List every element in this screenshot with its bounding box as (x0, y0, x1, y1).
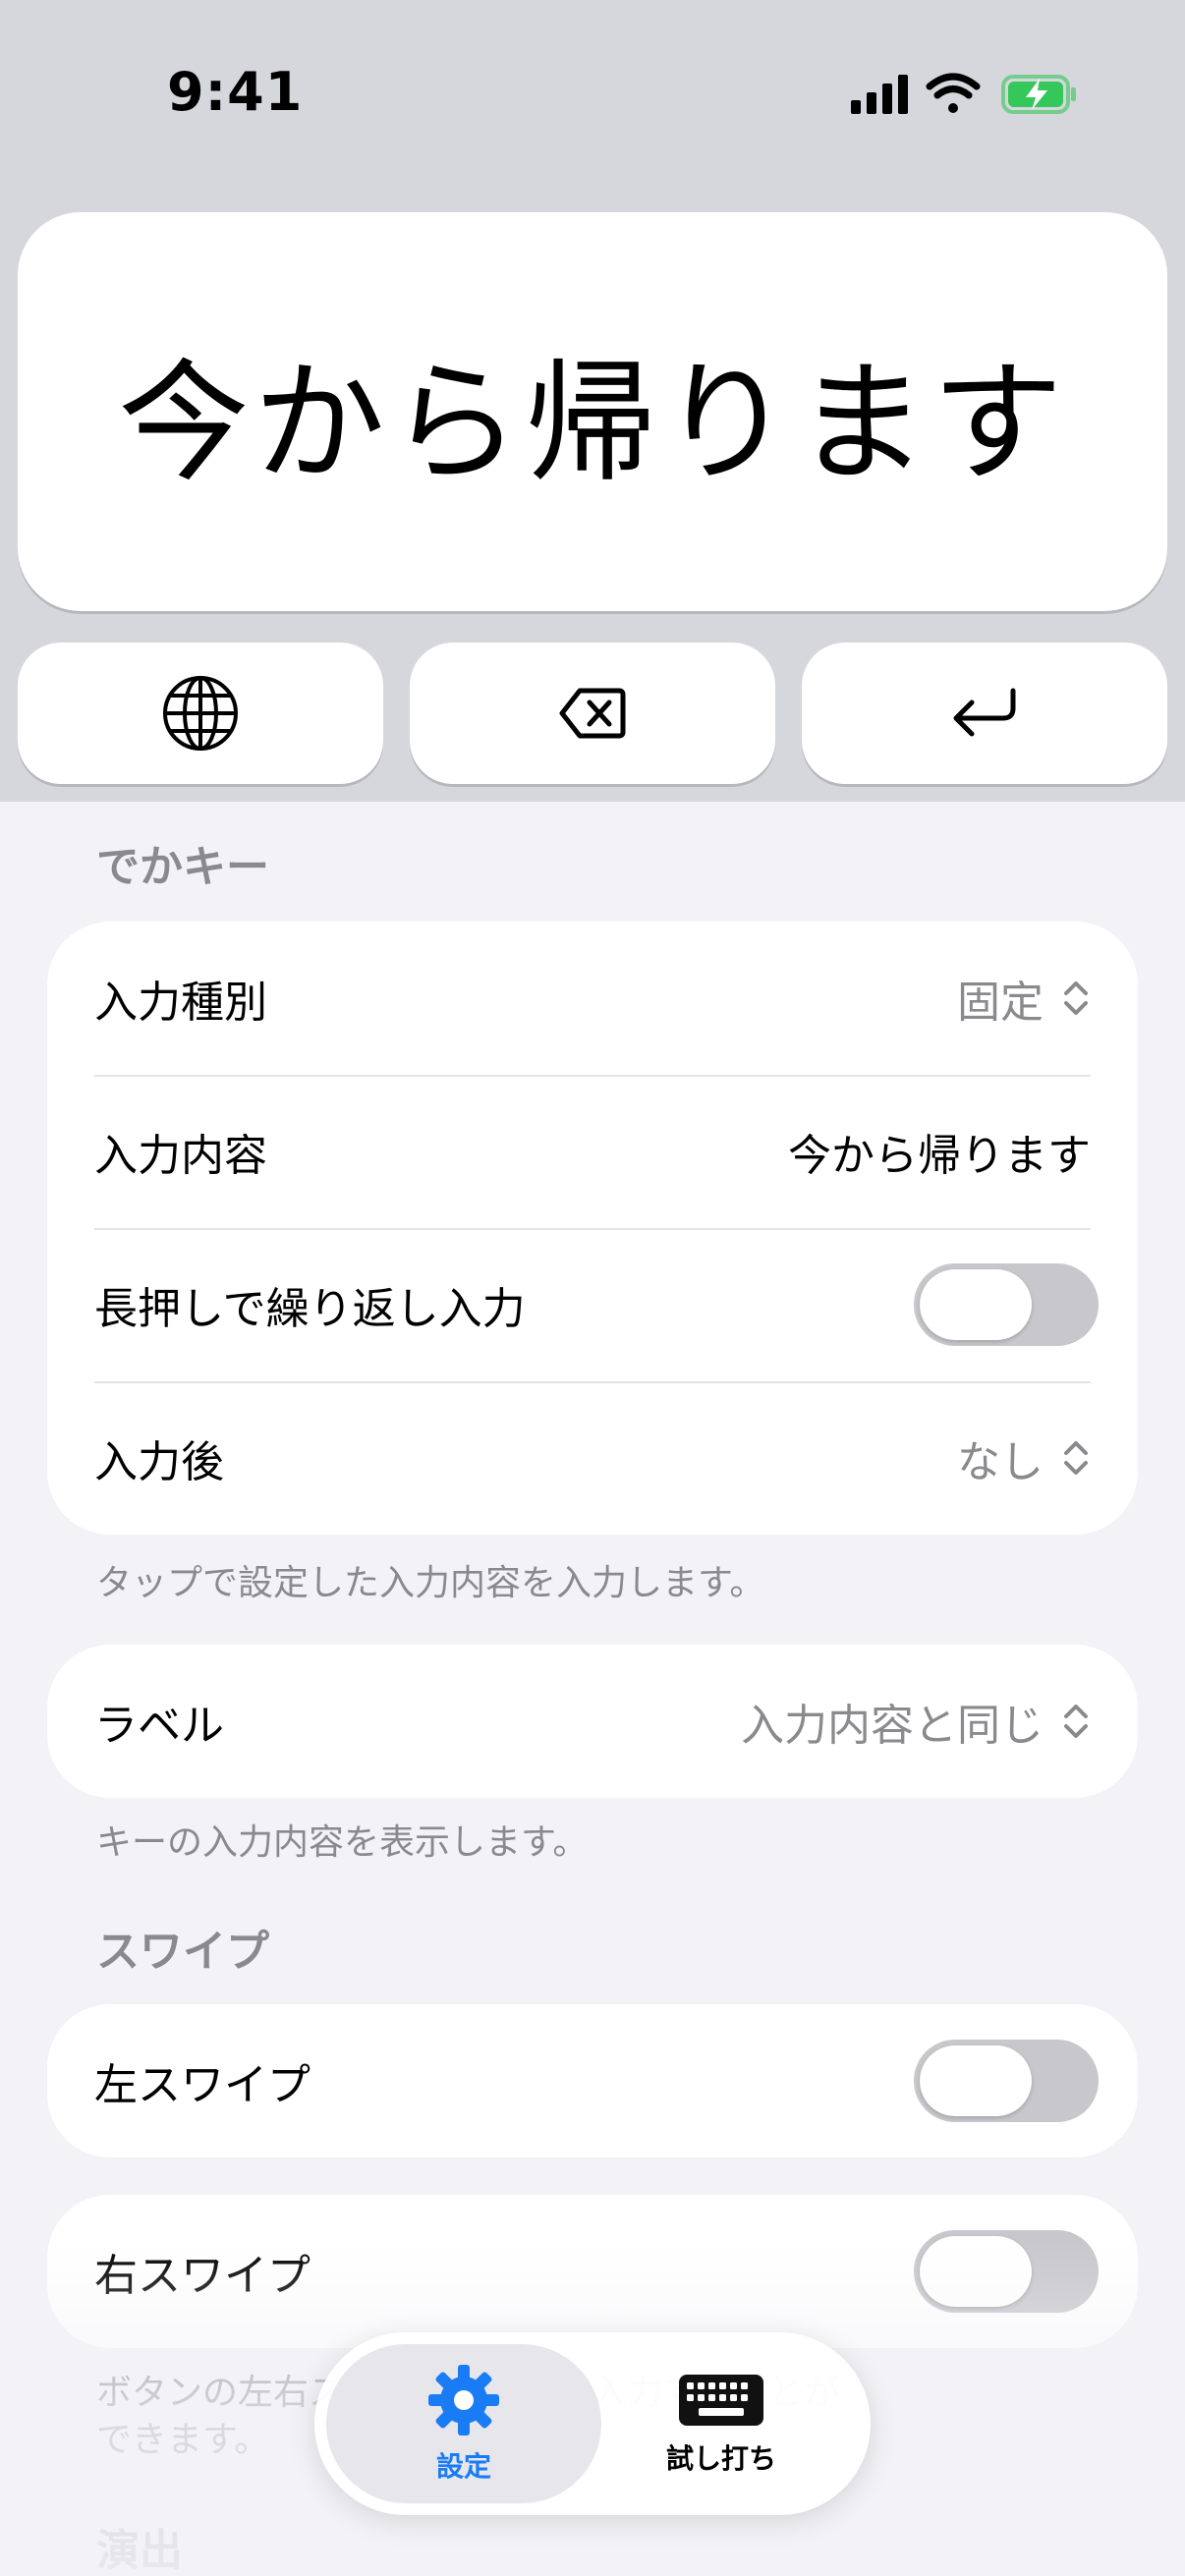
row-input-content[interactable]: 入力内容 今から帰ります (47, 1075, 1138, 1228)
dekakey-label: 今から帰ります (117, 347, 1067, 500)
label-value-text: 入力内容と同じ (741, 1701, 1044, 1751)
input-content-value[interactable]: 今から帰ります (788, 1120, 1091, 1183)
section-header-dekakey: でかキー (96, 842, 269, 892)
label-value[interactable]: 入力内容と同じ (741, 1690, 1091, 1753)
tab-typing-test[interactable]: 試し打ち (584, 2344, 859, 2503)
wifi-icon (926, 73, 981, 113)
row-left-swipe: 左スワイプ (47, 2004, 1138, 2157)
delete-button[interactable] (410, 643, 775, 784)
row-repeat: 長押しで繰り返し入力 (47, 1228, 1138, 1381)
gear-icon (428, 2365, 499, 2436)
tab-typing-test-label: 試し打ち (665, 2442, 776, 2475)
input-type-label: 入力種別 (94, 978, 267, 1028)
tab-settings[interactable]: 設定 (326, 2344, 601, 2503)
input-content-label: 入力内容 (94, 1131, 267, 1181)
up-down-chevron-icon (1064, 1705, 1088, 1738)
status-icons (845, 71, 1081, 120)
left-swipe-group: 左スワイプ (47, 2004, 1138, 2157)
input-type-value-text: 固定 (957, 978, 1044, 1028)
label-footnote: キーの入力内容を表示します。 (96, 1822, 589, 1863)
repeat-label: 長押しで繰り返し入力 (94, 1284, 526, 1334)
after-input-label: 入力後 (94, 1437, 224, 1487)
globe-icon (163, 676, 238, 751)
repeat-toggle[interactable] (914, 1263, 1099, 1346)
input-type-value[interactable]: 固定 (957, 967, 1091, 1030)
dekakey-settings-group: 入力種別 固定 入力内容 今から帰ります 長押しで繰り返し入力 入力後 なし (47, 922, 1138, 1535)
after-input-value-text: なし (957, 1437, 1044, 1487)
return-icon (953, 688, 1016, 737)
label-settings-group: ラベル 入力内容と同じ (47, 1645, 1138, 1798)
tab-bar: 設定 試し打ち (314, 2332, 871, 2515)
switch-keyboard-button[interactable] (18, 643, 383, 784)
battery-charging-icon (1001, 75, 1076, 114)
section-header-effect: 演出 (96, 2526, 183, 2576)
up-down-chevron-icon (1064, 981, 1088, 1015)
row-label[interactable]: ラベル 入力内容と同じ (47, 1645, 1138, 1798)
right-swipe-label: 右スワイプ (94, 2251, 310, 2301)
keyboard-icon (679, 2375, 763, 2426)
cellular-signal-icon (851, 75, 908, 114)
keyboard-preview: 9:41 今から帰ります (0, 0, 1185, 802)
tab-settings-label: 設定 (435, 2450, 491, 2483)
left-swipe-label: 左スワイプ (94, 2060, 310, 2110)
right-swipe-toggle[interactable] (914, 2230, 1099, 2313)
after-input-value[interactable]: なし (957, 1427, 1091, 1489)
section-header-swipe: スワイプ (96, 1927, 269, 1977)
status-bar: 9:41 (0, 0, 1185, 196)
dekakey-key[interactable]: 今から帰ります (18, 212, 1167, 611)
dekakey-footnote: タップで設定した入力内容を入力します。 (96, 1563, 765, 1603)
right-swipe-group: 右スワイプ (47, 2195, 1138, 2348)
status-time: 9:41 (167, 61, 304, 123)
left-swipe-toggle[interactable] (914, 2040, 1099, 2122)
label-label: ラベル (94, 1701, 224, 1751)
return-button[interactable] (802, 643, 1167, 784)
row-input-type[interactable]: 入力種別 固定 (47, 922, 1138, 1075)
up-down-chevron-icon (1064, 1441, 1088, 1475)
row-after-input[interactable]: 入力後 なし (47, 1381, 1138, 1535)
delete-backward-icon (559, 688, 626, 739)
row-right-swipe: 右スワイプ (47, 2195, 1138, 2348)
